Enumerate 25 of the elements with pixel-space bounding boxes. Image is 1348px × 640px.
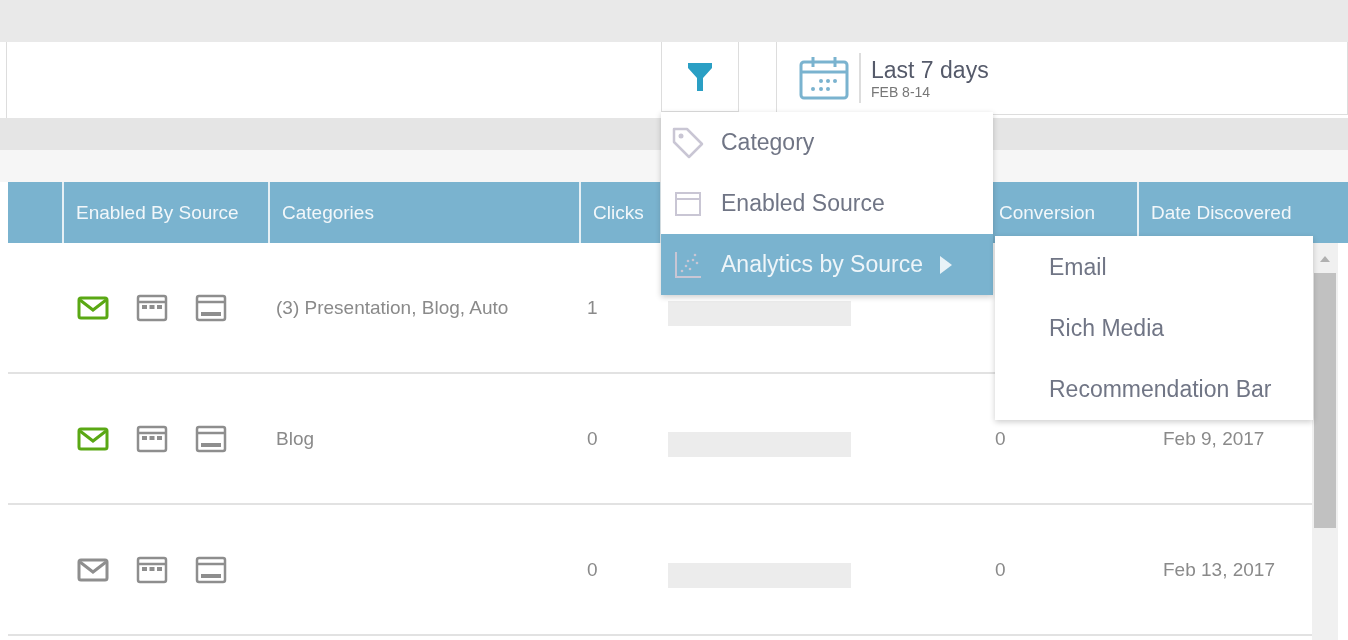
- menu-item[interactable]: Category: [661, 112, 993, 173]
- filter-button[interactable]: [661, 42, 739, 112]
- scrollbar-thumb[interactable]: [1314, 273, 1336, 528]
- column-header: Categories: [282, 201, 374, 224]
- clicks-value: 0: [587, 558, 598, 581]
- clicks-value: 1: [587, 296, 598, 319]
- scroll-up-icon[interactable]: [1319, 255, 1331, 263]
- date-range-label: Last 7 days: [871, 56, 989, 84]
- submenu-item[interactable]: Rich Media: [995, 311, 1313, 372]
- calendar-icon: [799, 55, 849, 101]
- column-header: Conversion: [999, 201, 1096, 224]
- submenu-item[interactable]: Email: [995, 250, 1313, 311]
- clicks-value: 0: [587, 427, 598, 450]
- menu-item[interactable]: Enabled Source: [661, 173, 993, 234]
- categories-text: (3) Presentation, Blog, Auto: [276, 296, 509, 319]
- column-header: Enabled By Source: [76, 201, 239, 224]
- column-header: Date Discovered: [1151, 201, 1292, 224]
- scrollbar[interactable]: [1312, 243, 1338, 640]
- conversion-value: 0: [995, 558, 1006, 581]
- tag-icon: [671, 125, 705, 160]
- categories-text: Blog: [276, 427, 315, 450]
- column-header: Clicks: [593, 201, 644, 224]
- date-range-dates: FEB 8-14: [871, 83, 932, 100]
- filter-icon: [687, 60, 713, 93]
- date-value: Feb 13, 2017: [1163, 558, 1275, 581]
